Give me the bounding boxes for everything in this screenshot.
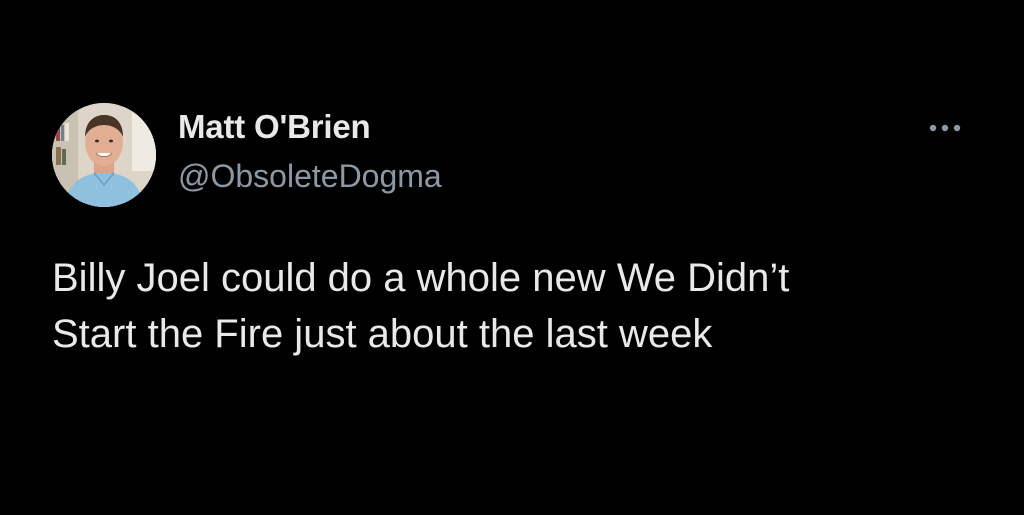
author-display-name[interactable]: Matt O'Brien [178, 108, 371, 146]
more-options-button[interactable] [920, 112, 970, 144]
avatar-photo [52, 103, 156, 207]
avatar[interactable] [52, 103, 156, 207]
more-horizontal-icon [929, 124, 961, 132]
tweet-card: Matt O'Brien @ObsoleteDogma Billy Joel c… [0, 0, 1024, 515]
tweet-text: Billy Joel could do a whole new We Didn’… [52, 256, 790, 356]
author-handle[interactable]: @ObsoleteDogma [178, 158, 442, 195]
